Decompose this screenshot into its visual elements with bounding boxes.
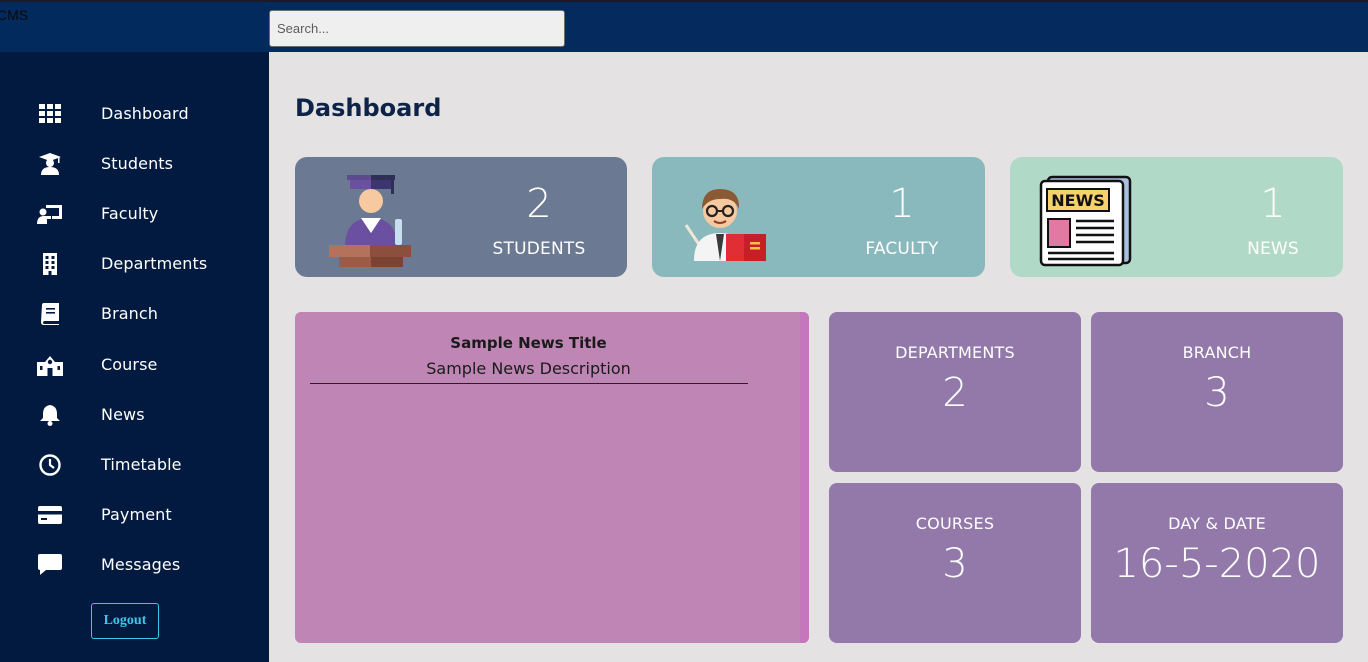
date-tile: DAY & DATE 16-5-2020 bbox=[1091, 483, 1343, 643]
building-icon bbox=[37, 253, 63, 275]
branch-count: 3 bbox=[1204, 370, 1230, 416]
faculty-card[interactable]: 1 FACULTY bbox=[652, 157, 985, 277]
students-card[interactable]: 2 STUDENTS bbox=[295, 157, 627, 277]
branch-label: BRANCH bbox=[1182, 343, 1252, 362]
departments-tile[interactable]: DEPARTMENTS 2 bbox=[829, 312, 1081, 472]
branch-tile[interactable]: BRANCH 3 bbox=[1091, 312, 1343, 472]
book-icon bbox=[37, 303, 63, 325]
departments-count: 2 bbox=[942, 370, 968, 416]
sidebar-item-departments[interactable]: Departments bbox=[0, 244, 269, 284]
page-title: Dashboard bbox=[295, 94, 442, 122]
students-label: STUDENTS bbox=[492, 239, 586, 259]
credit-card-icon bbox=[37, 504, 63, 526]
date-value: 16-5-2020 bbox=[1113, 541, 1321, 587]
bell-icon bbox=[37, 404, 63, 426]
sidebar-item-dashboard[interactable]: Dashboard bbox=[0, 94, 269, 134]
message-icon bbox=[37, 554, 63, 576]
teacher-illustration bbox=[684, 189, 766, 261]
faculty-count: 1 bbox=[889, 181, 915, 227]
sidebar-item-label: News bbox=[101, 405, 145, 424]
graduate-icon bbox=[37, 153, 63, 175]
sidebar-item-label: Course bbox=[101, 355, 158, 374]
sidebar-item-news[interactable]: News bbox=[0, 395, 269, 435]
sidebar-item-timetable[interactable]: Timetable bbox=[0, 445, 269, 485]
svg-text:NEWS: NEWS bbox=[1051, 191, 1105, 210]
grid-icon bbox=[37, 103, 63, 125]
brand-area: CMS bbox=[0, 2, 269, 54]
sidebar: Dashboard Students Faculty Departments B… bbox=[0, 52, 269, 662]
sidebar-item-label: Departments bbox=[101, 254, 208, 273]
sidebar-item-payment[interactable]: Payment bbox=[0, 495, 269, 535]
courses-tile[interactable]: COURSES 3 bbox=[829, 483, 1081, 643]
students-count: 2 bbox=[526, 181, 552, 227]
news-item-title: Sample News Title bbox=[450, 334, 607, 352]
news-count: 1 bbox=[1260, 181, 1286, 227]
sidebar-item-branch[interactable]: Branch bbox=[0, 294, 269, 334]
date-label: DAY & DATE bbox=[1168, 514, 1266, 533]
sidebar-item-label: Messages bbox=[101, 555, 181, 574]
search-input[interactable] bbox=[269, 10, 565, 47]
school-icon bbox=[37, 354, 63, 376]
teacher-board-icon bbox=[37, 203, 63, 225]
sidebar-item-faculty[interactable]: Faculty bbox=[0, 194, 269, 234]
news-label: NEWS bbox=[1247, 239, 1299, 259]
sidebar-item-label: Faculty bbox=[101, 204, 159, 223]
departments-label: DEPARTMENTS bbox=[895, 343, 1015, 362]
news-item-description: Sample News Description bbox=[426, 359, 631, 378]
logout-button[interactable]: Logout bbox=[91, 603, 159, 639]
top-bar: CMS bbox=[0, 0, 1368, 54]
news-card[interactable]: NEWS 1 NEWS bbox=[1010, 157, 1343, 277]
sidebar-item-students[interactable]: Students bbox=[0, 144, 269, 184]
sidebar-item-messages[interactable]: Messages bbox=[0, 545, 269, 585]
sidebar-item-label: Branch bbox=[101, 304, 159, 323]
news-panel: Sample News Title Sample News Descriptio… bbox=[295, 312, 809, 643]
courses-count: 3 bbox=[942, 541, 968, 587]
graduate-podium-illustration bbox=[329, 175, 411, 267]
sidebar-item-label: Dashboard bbox=[101, 104, 189, 123]
news-scrollbar[interactable] bbox=[800, 312, 809, 643]
brand-label: CMS bbox=[0, 7, 29, 23]
clock-icon bbox=[37, 454, 63, 476]
sidebar-item-label: Students bbox=[101, 154, 174, 173]
newspaper-illustration: NEWS bbox=[1039, 175, 1132, 267]
sidebar-item-label: Payment bbox=[101, 505, 172, 524]
news-divider bbox=[310, 383, 748, 384]
sidebar-item-course[interactable]: Course bbox=[0, 345, 269, 385]
faculty-label: FACULTY bbox=[865, 239, 939, 259]
main-content: Dashboard 2 STUDENTS 1 FACULTY NEWS 1 NE… bbox=[269, 52, 1368, 662]
sidebar-item-label: Timetable bbox=[101, 455, 182, 474]
courses-label: COURSES bbox=[915, 514, 995, 533]
